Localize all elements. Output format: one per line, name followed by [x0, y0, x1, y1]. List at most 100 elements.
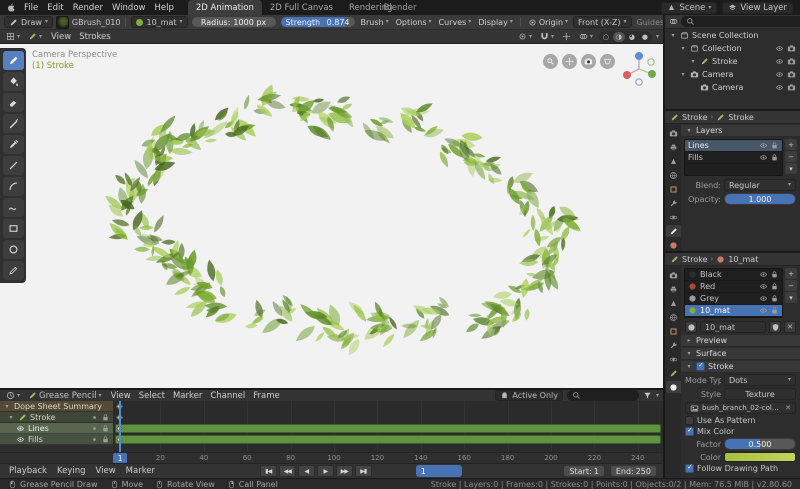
- style-texture-button[interactable]: Texture: [724, 388, 796, 400]
- properties-tab-modifiers[interactable]: [666, 339, 681, 351]
- material-hide-icon[interactable]: [759, 270, 768, 279]
- texture-image-field[interactable]: bush_branch_02-color.png ✕: [685, 402, 796, 414]
- editor-type-selector[interactable]: ▾: [4, 390, 22, 402]
- breadcrumb-data[interactable]: 10_mat: [728, 255, 758, 264]
- keyframe-hold-bar[interactable]: [115, 435, 661, 444]
- shading-material-button[interactable]: ◕: [626, 32, 638, 42]
- apple-menu-icon[interactable]: [7, 3, 16, 12]
- follow-drawing-path-checkbox[interactable]: [685, 463, 694, 473]
- shading-rendered-button[interactable]: ●: [639, 32, 651, 42]
- perspective-button[interactable]: [600, 54, 615, 69]
- channel-dope-sheet-summary[interactable]: ▾ Dope Sheet Summary: [0, 401, 113, 412]
- hide-render-icon[interactable]: [787, 70, 796, 79]
- brush-thumbnail[interactable]: [55, 15, 69, 29]
- material-selector[interactable]: 10_mat ▾: [131, 16, 188, 28]
- material-slot-grey[interactable]: Grey: [685, 293, 782, 305]
- channel-hide-icon[interactable]: [16, 435, 25, 444]
- dope-sheet-menu-channel[interactable]: Channel: [207, 391, 248, 401]
- layer-lock-icon[interactable]: [770, 141, 779, 150]
- gp-layer-row-lines[interactable]: Lines: [685, 140, 782, 152]
- shading-options-chevron-icon[interactable]: ▾: [656, 33, 659, 40]
- guides-popover[interactable]: Guides ▾: [635, 18, 663, 27]
- axis-x-handle[interactable]: [623, 71, 631, 79]
- use-as-pattern-checkbox[interactable]: [685, 416, 694, 425]
- menu-window[interactable]: Window: [112, 3, 146, 13]
- hide-render-icon[interactable]: [787, 83, 796, 92]
- gizmos-toggle[interactable]: [560, 31, 573, 43]
- stroke-enable-checkbox[interactable]: [696, 361, 705, 371]
- menu-render[interactable]: Render: [73, 3, 103, 13]
- hide-viewport-icon[interactable]: [775, 57, 784, 66]
- editor-type-selector[interactable]: ▾: [4, 31, 22, 43]
- material-hide-icon[interactable]: [759, 294, 768, 303]
- gp-layer-row-fills[interactable]: Fills: [685, 152, 782, 164]
- axis-y-handle[interactable]: [648, 70, 656, 78]
- axis-negy-handle[interactable]: [647, 58, 655, 66]
- properties-tab-object[interactable]: [666, 183, 681, 195]
- playhead[interactable]: [119, 401, 122, 452]
- disclosure-triangle-icon[interactable]: ▾: [669, 32, 677, 39]
- view-layer-selector[interactable]: View Layer: [722, 1, 793, 14]
- snap-toggle[interactable]: ▾: [538, 31, 556, 43]
- curve-tool[interactable]: [2, 198, 24, 217]
- unlink-image-icon[interactable]: ✕: [785, 404, 791, 412]
- fake-user-shield-button[interactable]: [769, 321, 781, 333]
- add-material-slot-button[interactable]: +: [785, 268, 797, 279]
- channel-stroke[interactable]: ▾ Stroke: [0, 412, 113, 423]
- annotate-tool[interactable]: [2, 261, 24, 280]
- dope-sheet-menu-marker[interactable]: Marker: [170, 391, 205, 401]
- mix-color-checkbox[interactable]: [685, 426, 694, 436]
- keyframe-hold-bar[interactable]: [115, 424, 661, 433]
- current-frame-indicator[interactable]: 1: [113, 453, 128, 463]
- funnel-icon[interactable]: [643, 391, 652, 400]
- surface-panel-header[interactable]: ▾ Surface: [681, 348, 800, 360]
- move-button[interactable]: [562, 54, 577, 69]
- line-tool[interactable]: [2, 156, 24, 175]
- shading-solid-button[interactable]: ◑: [612, 31, 625, 42]
- channel-hide-icon[interactable]: [16, 424, 25, 433]
- outliner-row-camera[interactable]: Camera: [665, 81, 800, 94]
- disclosure-triangle-icon[interactable]: ▾: [679, 71, 687, 78]
- stroke-panel-header[interactable]: ▾ Stroke: [681, 361, 800, 373]
- dope-sheet-mode-selector[interactable]: Grease Pencil ▾: [26, 390, 104, 402]
- jump-to-start-button[interactable]: ▮◀: [259, 465, 277, 477]
- properties-tab-render[interactable]: [666, 127, 681, 139]
- unlink-material-button[interactable]: ✕: [784, 321, 796, 333]
- camera-button[interactable]: [581, 54, 596, 69]
- viewport-menu-view[interactable]: View: [48, 32, 74, 42]
- timeline-menu-marker[interactable]: Marker: [123, 466, 158, 476]
- box-tool[interactable]: [2, 219, 24, 238]
- eyedropper-tool[interactable]: [2, 135, 24, 154]
- channel-lock-icon[interactable]: [101, 413, 110, 422]
- browse-material-button[interactable]: [685, 321, 697, 333]
- transform-pivot-selector[interactable]: ▾: [516, 31, 534, 43]
- dope-sheet-menu-select[interactable]: Select: [136, 391, 168, 401]
- radius-slider[interactable]: Radius: 1000 px: [190, 16, 277, 28]
- current-frame-field[interactable]: 1: [415, 465, 462, 477]
- factor-slider[interactable]: 0.500: [724, 438, 796, 450]
- draw-tool[interactable]: [2, 51, 24, 70]
- menu-help[interactable]: Help: [154, 3, 173, 13]
- material-hide-icon[interactable]: [759, 306, 768, 315]
- popover-options[interactable]: Options ▾: [394, 18, 434, 27]
- timeline-menu-keying[interactable]: Keying: [54, 466, 89, 476]
- active-only-toggle[interactable]: Active Only: [495, 390, 563, 401]
- dope-sheet-menu-frame[interactable]: Frame: [250, 391, 282, 401]
- material-slot-10_mat[interactable]: 10_mat: [685, 305, 782, 317]
- properties-tab-object[interactable]: [666, 325, 681, 337]
- properties-tab-world[interactable]: [666, 311, 681, 323]
- object-mode-selector[interactable]: ▾: [26, 31, 44, 43]
- filter-icon[interactable]: [669, 17, 678, 26]
- mode-selector[interactable]: Draw ▾: [4, 16, 53, 28]
- material-lock-icon[interactable]: [770, 282, 779, 291]
- dope-sheet-search-input[interactable]: [583, 391, 634, 400]
- popover-display[interactable]: Display ▾: [476, 18, 515, 27]
- play-button[interactable]: ▶: [316, 465, 334, 477]
- material-lock-icon[interactable]: [770, 294, 779, 303]
- channel-lock-icon[interactable]: [101, 435, 110, 444]
- popover-brush[interactable]: Brush ▾: [359, 18, 391, 27]
- properties-tab-render[interactable]: [666, 269, 681, 281]
- add-layer-button[interactable]: +: [785, 139, 797, 150]
- layer-hide-icon[interactable]: [759, 153, 768, 162]
- keyframe-area[interactable]: [113, 401, 663, 452]
